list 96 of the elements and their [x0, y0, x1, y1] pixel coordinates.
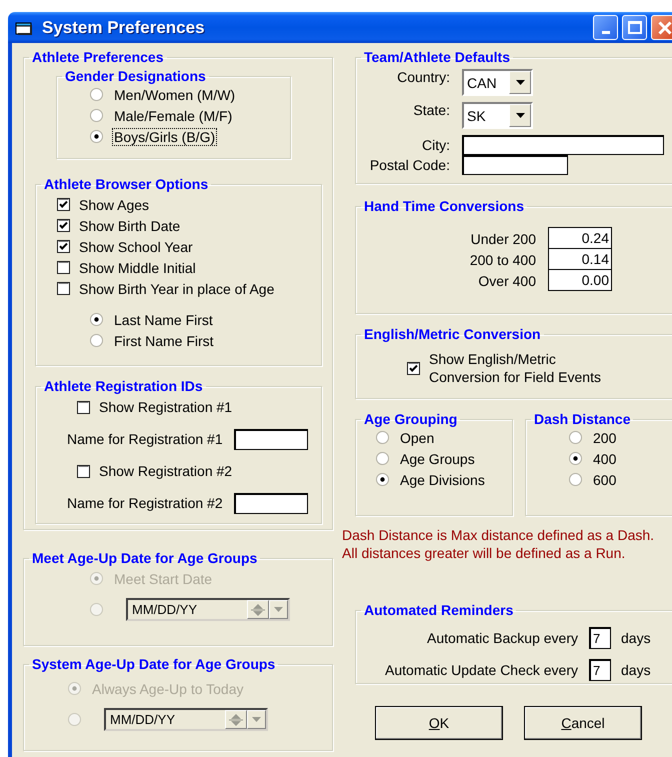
input-field[interactable]: 0.14: [548, 248, 612, 270]
field-label: Automatic Update Check every: [384, 662, 578, 678]
up-down-arrows-icon: [251, 602, 265, 616]
cancel-button[interactable]: Cancel: [524, 706, 642, 740]
spin-button[interactable]: [225, 710, 247, 729]
group-title: English/Metric Conversion: [363, 326, 542, 342]
checkbox[interactable]: [57, 219, 70, 232]
field-label: Over 400: [477, 272, 536, 288]
radio-label: Always Age-Up to Today: [91, 680, 244, 698]
checkbox-label: Show Ages: [79, 196, 150, 214]
radio-button[interactable]: [90, 109, 103, 122]
checkbox[interactable]: [57, 198, 70, 211]
field-label: Automatic Backup every: [426, 630, 578, 646]
group-title: Gender Designations: [64, 68, 207, 84]
field-label: Under 200: [470, 230, 536, 246]
dropdown[interactable]: CAN: [462, 69, 533, 96]
field-label: 200 to 400: [468, 252, 536, 268]
radio-label: Age Groups: [399, 450, 476, 468]
radio-button[interactable]: [90, 88, 103, 101]
input-field[interactable]: 7: [589, 627, 611, 649]
ok-button[interactable]: OK: [375, 706, 503, 740]
group-title: Athlete Registration IDs: [43, 378, 204, 394]
group-title: Automated Reminders: [363, 602, 514, 618]
input-field[interactable]: [234, 428, 308, 450]
field-label: State:: [412, 102, 450, 118]
checkbox[interactable]: [57, 240, 70, 253]
maximize-button[interactable]: [622, 15, 647, 40]
radio-button[interactable]: [90, 334, 103, 347]
checkbox-label: Show Birth Date: [79, 216, 180, 234]
radio-button[interactable]: [569, 431, 582, 444]
radio-button[interactable]: [569, 452, 582, 465]
radio-label: 600: [592, 470, 618, 488]
field-label: Postal Code:: [368, 157, 450, 173]
checkbox-label: Show Registration #1: [99, 398, 232, 416]
close-icon: [658, 20, 672, 34]
group-title: System Age-Up Date for Age Groups: [31, 656, 276, 672]
dropdown[interactable]: SK: [462, 102, 533, 129]
unit-label: days: [621, 662, 651, 678]
radio-label: Last Name First: [113, 310, 214, 328]
checkbox[interactable]: [407, 362, 420, 374]
radio-label: 400: [592, 450, 618, 468]
radio-label: 200: [592, 428, 618, 446]
group-title: Athlete Preferences: [31, 49, 165, 65]
input-field[interactable]: 7: [589, 659, 611, 681]
caret-icon: [516, 113, 524, 118]
group-title: Age Grouping: [363, 411, 458, 427]
checkbox-label: Show Birth Year in place of Age: [79, 280, 274, 298]
checkbox[interactable]: [77, 400, 90, 414]
caret-icon: [252, 717, 261, 722]
close-button[interactable]: [651, 15, 672, 40]
radio-button[interactable]: [90, 130, 103, 143]
radio-label: Open: [399, 428, 436, 446]
up-down-arrows-icon: [229, 712, 243, 726]
dropdown-button[interactable]: [509, 71, 531, 94]
input-field[interactable]: [234, 492, 308, 514]
radio-button[interactable]: [90, 313, 103, 326]
checkbox-label: Show English/Metric Conversion for Field Events: [429, 350, 602, 386]
info-note: Dash Distance is Max distance defined as a Dash. All distances greater will be defined as a Run.: [342, 526, 656, 562]
radio-label: First Name First: [113, 332, 215, 350]
caret-icon: [516, 80, 524, 85]
input-field[interactable]: [462, 155, 568, 175]
group-title: Dash Distance: [533, 411, 632, 427]
radio-label: Men/Women (M/W): [113, 86, 236, 104]
minimize-icon: [602, 31, 610, 34]
group-title: Hand Time Conversions: [363, 198, 526, 214]
field-label: Name for Registration #2: [67, 495, 223, 511]
spin-button[interactable]: [247, 600, 269, 619]
unit-label: days: [621, 630, 651, 646]
input-field[interactable]: 0.24: [548, 227, 612, 249]
caret-icon: [274, 607, 283, 612]
checkbox-label: Show School Year: [79, 238, 193, 256]
radio-button[interactable]: [376, 431, 389, 444]
checkbox-label: Show Registration #2: [99, 462, 232, 480]
dropdown-button[interactable]: [509, 104, 531, 127]
input-field[interactable]: 0.00: [548, 269, 612, 291]
group-title: Athlete Browser Options: [43, 176, 210, 192]
field-label: City:: [421, 137, 450, 153]
radio-button[interactable]: [569, 473, 582, 486]
radio-button[interactable]: [376, 473, 389, 486]
checkbox[interactable]: [77, 464, 90, 478]
field-label: Name for Registration #1: [67, 431, 223, 447]
radio-label: Meet Start Date: [113, 570, 214, 588]
minimize-button[interactable]: [593, 15, 618, 40]
group-title: Team/Athlete Defaults: [363, 49, 511, 65]
radio-label: Age Divisions: [399, 470, 486, 488]
window-title: System Preferences: [42, 18, 205, 38]
group-title: Meet Age-Up Date for Age Groups: [31, 550, 258, 566]
radio-button[interactable]: [376, 452, 389, 465]
maximize-icon: [628, 21, 642, 34]
field-label: Country:: [396, 69, 450, 85]
checkbox[interactable]: [57, 261, 70, 274]
radio-label: Male/Female (M/F): [113, 106, 234, 124]
checkbox[interactable]: [57, 282, 70, 295]
checkbox-label: Show Middle Initial: [79, 258, 196, 276]
input-field[interactable]: [462, 135, 664, 155]
radio-label: Boys/Girls (B/G): [112, 128, 218, 146]
